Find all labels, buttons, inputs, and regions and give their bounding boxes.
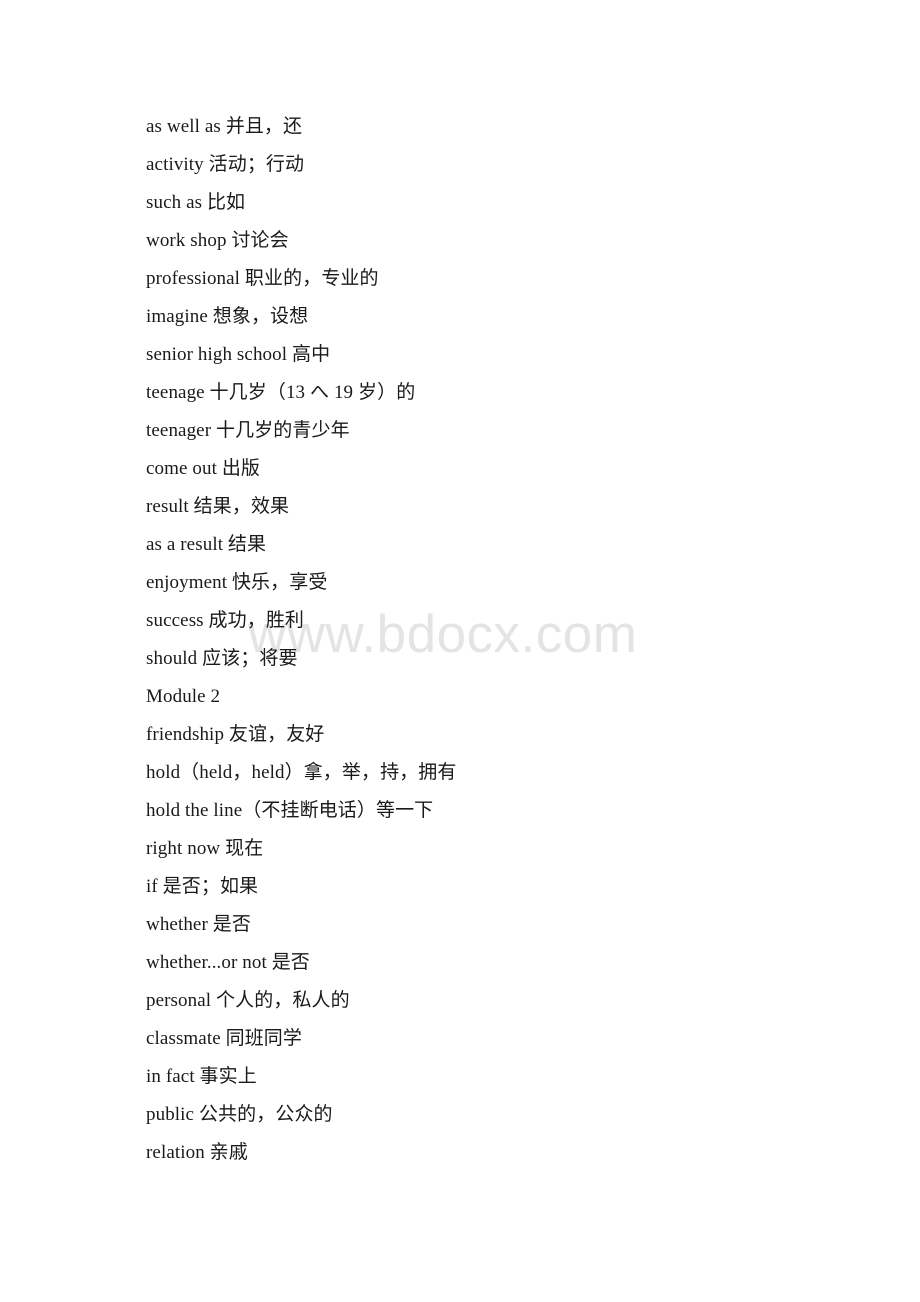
- vocabulary-entry: senior high school 高中: [146, 344, 331, 365]
- vocabulary-entry: result 结果，效果: [146, 496, 290, 517]
- vocabulary-entry: work shop 讨论会: [146, 230, 289, 251]
- vocabulary-entry: as well as 并且，还: [146, 116, 303, 137]
- vocabulary-entry: if 是否；如果: [146, 876, 259, 897]
- document-page: www.bdocx.com as well as 并且，还 activity 活动…: [0, 0, 920, 1302]
- vocabulary-entry: activity 活动；行动: [146, 154, 305, 175]
- vocabulary-entry: teenager 十几岁的青少年: [146, 420, 350, 441]
- vocabulary-entry: personal 个人的，私人的: [146, 990, 350, 1011]
- vocabulary-entry: hold the line（不挂断电话）等一下: [146, 800, 434, 821]
- vocabulary-entry: as a result 结果: [146, 534, 267, 555]
- vocabulary-entry: come out 出版: [146, 458, 261, 479]
- vocabulary-entry: should 应该；将要: [146, 648, 298, 669]
- vocabulary-entry: hold（held，held）拿，举，持，拥有: [146, 762, 457, 783]
- vocabulary-entry: whether 是否: [146, 914, 251, 935]
- section-heading: Module 2: [146, 686, 221, 707]
- vocabulary-entry: professional 职业的，专业的: [146, 268, 379, 289]
- vocabulary-list: as well as 并且，还 activity 活动；行动 such as 比如 w…: [146, 108, 846, 1172]
- vocabulary-entry: success 成功，胜利: [146, 610, 305, 631]
- vocabulary-entry: such as 比如: [146, 192, 246, 213]
- vocabulary-entry: public 公共的，公众的: [146, 1104, 333, 1125]
- vocabulary-entry: enjoyment 快乐，享受: [146, 572, 328, 593]
- vocabulary-entry: right now 现在: [146, 838, 264, 859]
- vocabulary-entry: relation 亲戚: [146, 1142, 248, 1163]
- vocabulary-entry: whether...or not 是否: [146, 952, 310, 973]
- vocabulary-entry: in fact 事实上: [146, 1066, 257, 1087]
- vocabulary-entry: friendship 友谊，友好: [146, 724, 325, 745]
- vocabulary-entry: classmate 同班同学: [146, 1028, 303, 1049]
- vocabulary-entry: imagine 想象，设想: [146, 306, 309, 327]
- vocabulary-entry: teenage 十几岁（13 へ 19 岁）的: [146, 382, 416, 403]
